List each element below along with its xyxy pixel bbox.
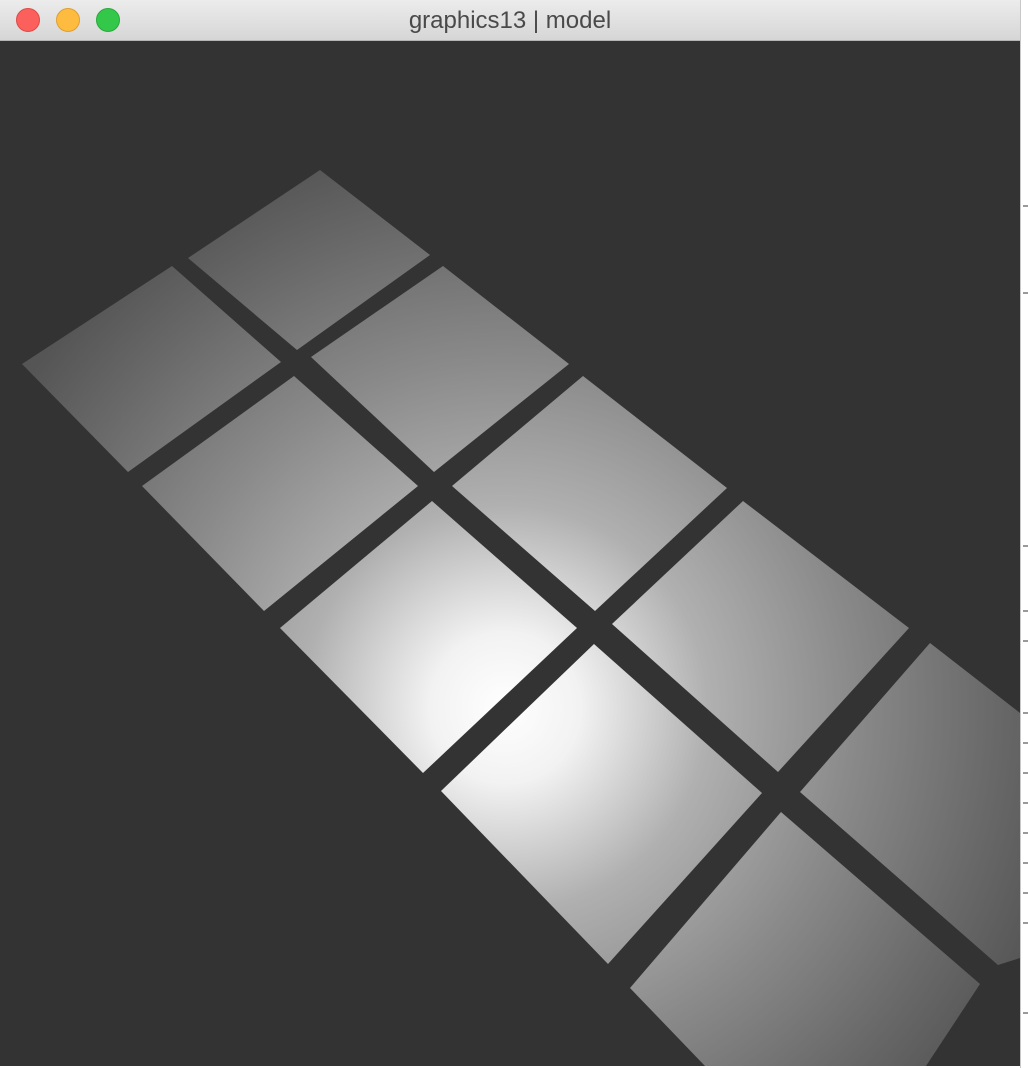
app-window: graphics13 | model [0, 0, 1020, 1066]
scene-canvas [22, 170, 1020, 1066]
render-viewport[interactable] [0, 41, 1020, 1066]
background-window-edge [1020, 0, 1028, 1068]
